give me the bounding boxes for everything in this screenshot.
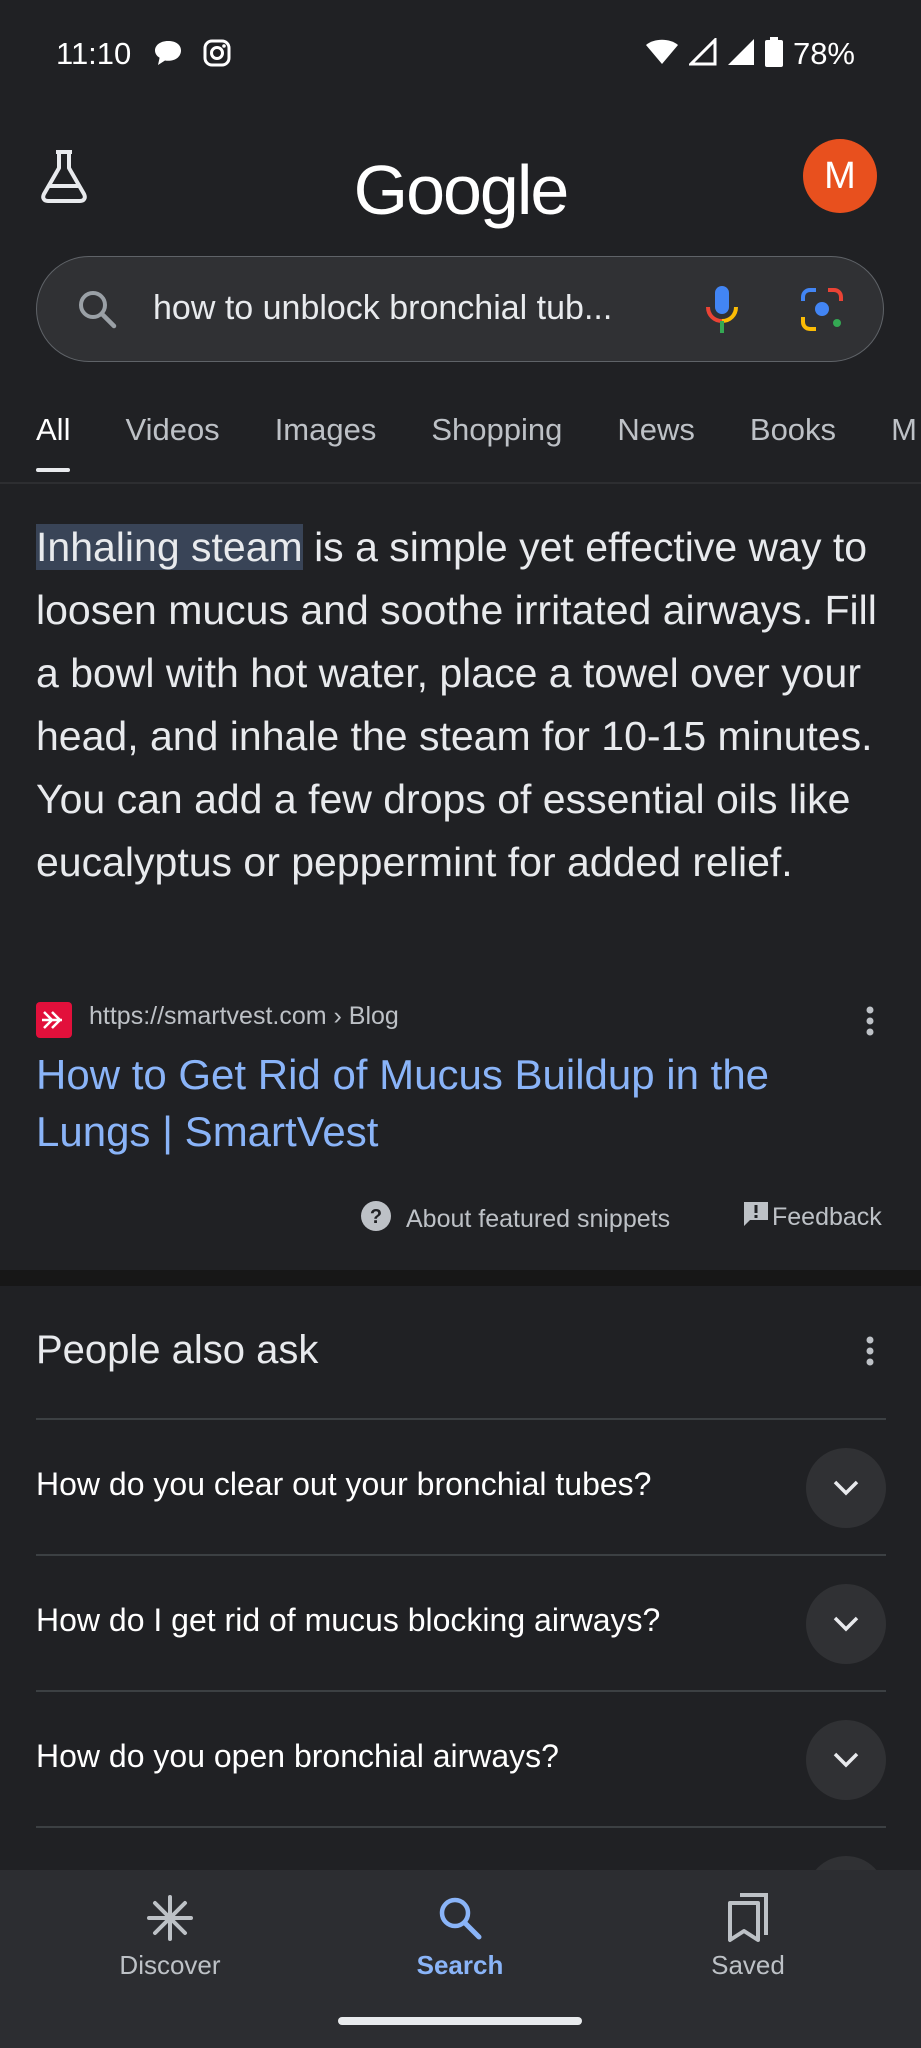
- tab-news[interactable]: News: [617, 412, 695, 472]
- microphone-icon[interactable]: [697, 283, 747, 342]
- chevron-down-icon[interactable]: [806, 1720, 886, 1800]
- snippet-highlight: Inhaling steam: [36, 524, 303, 570]
- divider: [0, 482, 921, 484]
- asterisk-icon: [70, 1890, 270, 1946]
- chevron-down-icon[interactable]: [806, 1584, 886, 1664]
- paa-question[interactable]: [36, 1826, 886, 1936]
- search-tabs: All Videos Images Shopping News Books M: [36, 412, 921, 472]
- snippet-body: is a simple yet effective way to loosen …: [36, 524, 877, 885]
- tab-more[interactable]: M: [891, 412, 917, 472]
- paa-question-text: How do you clear out your bronchial tube…: [36, 1466, 652, 1502]
- section-separator: [0, 1270, 921, 1286]
- tab-books[interactable]: Books: [750, 412, 836, 472]
- google-logo: Google: [353, 151, 570, 229]
- search-icon: [75, 287, 119, 336]
- battery-icon: [764, 36, 783, 72]
- avatar[interactable]: M: [803, 139, 877, 213]
- search-bar[interactable]: how to unblock bronchial tub...: [36, 256, 884, 362]
- tab-all[interactable]: All: [36, 412, 71, 472]
- feedback-label: Feedback: [772, 1203, 882, 1231]
- paa-question[interactable]: How do you clear out your bronchial tube…: [36, 1418, 886, 1554]
- nav-saved-label: Saved: [711, 1950, 785, 1980]
- status-bar: 11:10 78%: [0, 0, 921, 110]
- site-favicon: [36, 1002, 72, 1038]
- about-snippets-link[interactable]: ? About featured snippets: [360, 1200, 670, 1239]
- about-label: About featured snippets: [406, 1205, 671, 1233]
- nav-search[interactable]: Search: [360, 1890, 560, 1981]
- more-vert-icon[interactable]: [865, 1006, 875, 1041]
- feedback-link[interactable]: Feedback: [742, 1200, 882, 1235]
- featured-snippet-text: Inhaling steam is a simple yet effective…: [36, 516, 886, 894]
- nav-saved[interactable]: Saved: [648, 1890, 848, 1981]
- result-title-link[interactable]: How to Get Rid of Mucus Buildup in the L…: [36, 1046, 856, 1160]
- google-lens-icon[interactable]: [797, 283, 847, 342]
- signal-icon: [727, 38, 755, 71]
- paa-question-text: How do I get rid of mucus blocking airwa…: [36, 1602, 661, 1638]
- search-input[interactable]: how to unblock bronchial tub...: [153, 289, 612, 328]
- nav-discover-label: Discover: [119, 1950, 221, 1980]
- signal-icon: [687, 35, 717, 71]
- wifi-icon: [645, 38, 679, 71]
- more-vert-icon[interactable]: [865, 1336, 875, 1371]
- svg-text:?: ?: [370, 1206, 382, 1228]
- paa-question[interactable]: How do you open bronchial airways?: [36, 1690, 886, 1826]
- battery-percent: 78%: [792, 36, 855, 71]
- tab-videos[interactable]: Videos: [125, 412, 219, 472]
- status-time: 11:10: [56, 36, 132, 71]
- instagram-icon: [202, 38, 232, 73]
- search-icon: [360, 1890, 560, 1946]
- chevron-down-icon[interactable]: [806, 1448, 886, 1528]
- paa-question-text: How do you open bronchial airways?: [36, 1738, 559, 1774]
- nav-search-label: Search: [416, 1950, 504, 1980]
- home-indicator[interactable]: [338, 2017, 582, 2025]
- people-also-ask-title: People also ask: [36, 1328, 319, 1372]
- chat-bubble-icon: [152, 38, 184, 73]
- bookmarks-icon: [648, 1890, 848, 1946]
- feedback-icon: [742, 1200, 770, 1235]
- help-icon: ?: [360, 1200, 392, 1239]
- nav-discover[interactable]: Discover: [70, 1890, 270, 1981]
- tab-shopping[interactable]: Shopping: [431, 412, 562, 472]
- source-url[interactable]: https://smartvest.com › Blog: [89, 1002, 399, 1031]
- paa-question[interactable]: How do I get rid of mucus blocking airwa…: [36, 1554, 886, 1690]
- tab-images[interactable]: Images: [275, 412, 377, 472]
